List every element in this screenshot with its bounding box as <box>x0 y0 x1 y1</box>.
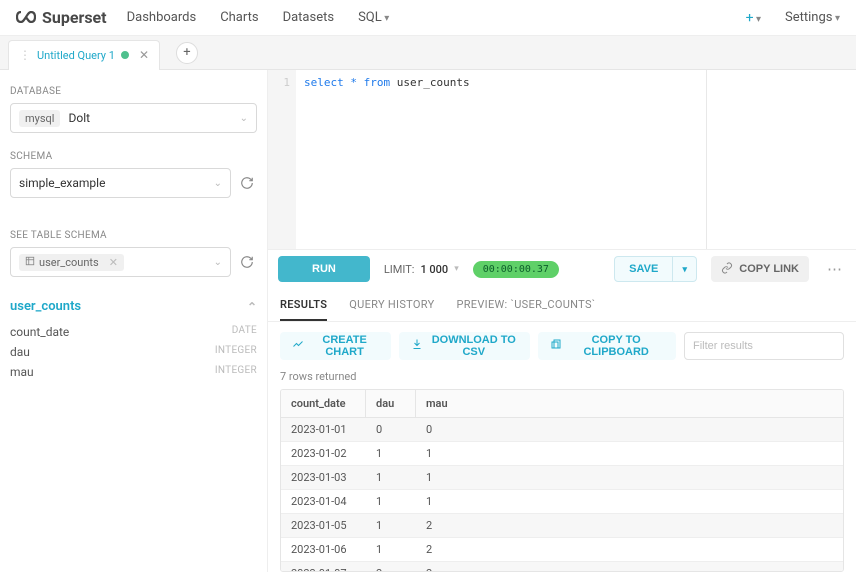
status-dot-icon <box>121 51 129 59</box>
table-row: 2023-01-0311 <box>281 466 843 490</box>
nav-datasets[interactable]: Datasets <box>283 10 335 25</box>
editor-code[interactable]: select * from user_counts <box>296 70 856 249</box>
col-header-dau[interactable]: dau <box>366 390 416 417</box>
copy-clipboard-button[interactable]: COPY TO CLIPBOARD <box>538 332 676 360</box>
table-row: 2023-01-0612 <box>281 538 843 562</box>
add-tab-button[interactable]: + <box>176 42 198 64</box>
schema-label: SCHEMA <box>10 151 257 162</box>
refresh-schema-icon[interactable] <box>237 173 257 193</box>
drag-icon: ⋮ <box>19 48 31 62</box>
schema-name: simple_example <box>19 176 105 190</box>
create-chart-button[interactable]: CREATE CHART <box>280 332 391 360</box>
save-button[interactable]: SAVE <box>614 256 673 282</box>
table-row: 2023-01-0411 <box>281 490 843 514</box>
add-button[interactable]: + <box>746 10 761 26</box>
table-header-row: count_date dau mau <box>281 390 843 418</box>
clipboard-icon <box>550 338 562 353</box>
column-row: mauINTEGER <box>10 362 257 382</box>
brand-logo[interactable]: Superset <box>16 7 107 28</box>
more-icon[interactable]: ⋯ <box>823 260 846 278</box>
column-row: dauINTEGER <box>10 342 257 362</box>
sidebar: DATABASE mysql Dolt ⌄ SCHEMA simple_exam… <box>0 70 268 572</box>
copy-link-button[interactable]: COPY LINK <box>711 256 809 282</box>
top-nav: Superset Dashboards Charts Datasets SQL … <box>0 0 856 36</box>
chevron-down-icon: ⌄ <box>214 257 222 268</box>
column-list: count_dateDATE dauINTEGER mauINTEGER <box>10 322 257 382</box>
save-dropdown-button[interactable]: ▾ <box>673 256 697 282</box>
limit-select[interactable]: LIMIT: 1 000 ▾ <box>384 263 459 276</box>
chevron-down-icon: ⌄ <box>214 178 222 189</box>
database-name: Dolt <box>68 111 90 125</box>
column-row: count_dateDATE <box>10 322 257 342</box>
database-engine-pill: mysql <box>19 110 60 127</box>
chevron-down-icon: ⌄ <box>240 113 248 124</box>
query-tab-name: Untitled Query 1 <box>37 49 115 62</box>
remove-table-icon[interactable]: ✕ <box>109 256 118 269</box>
refresh-table-icon[interactable] <box>237 252 257 272</box>
table-row: 2023-01-0100 <box>281 418 843 442</box>
tab-query-history[interactable]: QUERY HISTORY <box>349 292 434 321</box>
nav-settings[interactable]: Settings <box>785 10 840 25</box>
close-icon[interactable]: ✕ <box>139 48 149 62</box>
col-header-count-date[interactable]: count_date <box>281 390 366 417</box>
result-tabs: RESULTS QUERY HISTORY PREVIEW: `USER_COU… <box>268 288 856 322</box>
run-button[interactable]: RUN <box>278 256 370 282</box>
tab-preview[interactable]: PREVIEW: `USER_COUNTS` <box>456 292 595 321</box>
see-table-label: SEE TABLE SCHEMA <box>10 230 257 241</box>
col-header-mau[interactable]: mau <box>416 390 843 417</box>
editor-ruler <box>706 70 707 249</box>
results-table: count_date dau mau 2023-01-0100 2023-01-… <box>280 389 844 572</box>
link-icon <box>721 262 733 277</box>
table-selected-name: user_counts <box>39 256 99 269</box>
editor-gutter: 1 <box>268 70 296 249</box>
tab-results[interactable]: RESULTS <box>280 292 327 321</box>
table-schema-header[interactable]: user_counts ⌃ <box>10 299 257 314</box>
table-row: 2023-01-0512 <box>281 514 843 538</box>
table-row: 2023-01-0722 <box>281 562 843 572</box>
chart-icon <box>292 338 304 353</box>
download-csv-button[interactable]: DOWNLOAD TO CSV <box>399 332 530 360</box>
query-tab-bar: ⋮ Untitled Query 1 ✕ + <box>0 36 856 70</box>
table-icon <box>25 256 35 269</box>
database-select[interactable]: mysql Dolt ⌄ <box>10 103 257 133</box>
schema-select[interactable]: simple_example ⌄ <box>10 168 231 198</box>
nav-charts[interactable]: Charts <box>220 10 258 25</box>
table-select[interactable]: user_counts ✕ ⌄ <box>10 247 231 277</box>
sql-editor[interactable]: 1 select * from user_counts <box>268 70 856 250</box>
editor-toolbar: RUN LIMIT: 1 000 ▾ 00:00:00.37 SAVE ▾ CO… <box>268 250 856 287</box>
result-actions: CREATE CHART DOWNLOAD TO CSV COPY TO CLI… <box>268 322 856 370</box>
rows-returned-label: 7 rows returned <box>268 370 856 389</box>
nav-dashboards[interactable]: Dashboards <box>127 10 197 25</box>
infinity-icon <box>16 7 36 28</box>
table-header-name: user_counts <box>10 299 81 314</box>
chevron-down-icon: ▾ <box>454 264 459 274</box>
database-label: DATABASE <box>10 86 257 97</box>
content-area: 1 select * from user_counts RUN LIMIT: 1… <box>268 70 856 572</box>
filter-results-input[interactable] <box>684 332 844 360</box>
download-icon <box>411 338 423 353</box>
brand-name: Superset <box>42 8 107 27</box>
chevron-up-icon[interactable]: ⌃ <box>247 300 257 314</box>
table-row: 2023-01-0211 <box>281 442 843 466</box>
nav-sql[interactable]: SQL <box>358 10 389 25</box>
query-tab[interactable]: ⋮ Untitled Query 1 ✕ <box>8 40 160 70</box>
elapsed-badge: 00:00:00.37 <box>473 261 559 278</box>
